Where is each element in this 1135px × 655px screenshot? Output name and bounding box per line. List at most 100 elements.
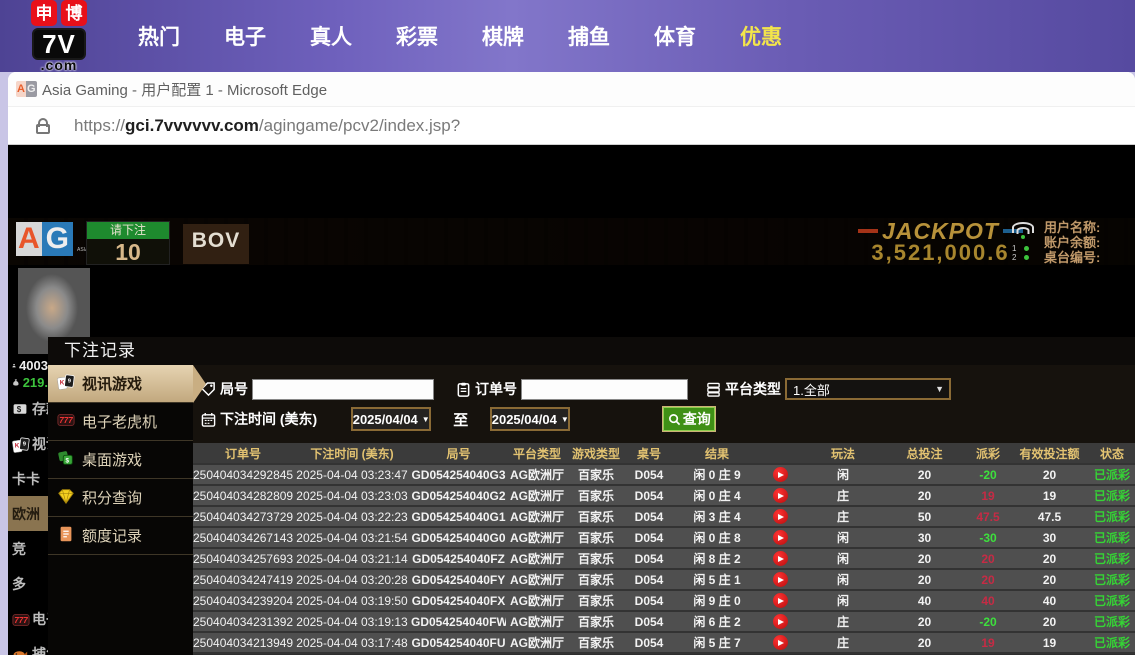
table-header-11: 有效投注额 [1019, 446, 1080, 461]
balance-amount: 219. [8, 374, 48, 391]
cell [760, 509, 800, 524]
cell: 20 [981, 572, 995, 587]
cell: 250404034292845 [193, 467, 293, 482]
svg-text:$: $ [17, 405, 22, 414]
cell: -20 [979, 467, 997, 482]
svg-text:$: $ [66, 457, 70, 464]
nav-item-2[interactable]: 电子 [224, 21, 266, 51]
cell: 闲 [836, 468, 849, 482]
round-input[interactable] [252, 378, 434, 400]
cell: 百家乐 [577, 615, 614, 629]
address-bar[interactable]: https://gci.7vvvvvv.com/agingame/pcv2/in… [8, 106, 1135, 144]
table-sign: BOV [183, 224, 249, 264]
table-header-8: 玩法 [830, 446, 855, 461]
account-balance-label: 账户余额: [1044, 235, 1101, 250]
cell [760, 488, 800, 503]
table-header-0: 订单号 [224, 446, 261, 461]
lobby-rail-item-2[interactable]: K9视讯 [8, 426, 48, 461]
cell: 20 [917, 635, 932, 650]
sidebar-item-2[interactable]: 777 电子老虎机 [48, 403, 193, 441]
table-row: 250404034231392 2025-04-04 03:19:13 GD0542… [193, 612, 1135, 633]
cell: 20 [1042, 551, 1057, 566]
cell: D054 [634, 551, 664, 566]
cell: 250404034213949 [193, 635, 293, 650]
diamond-icon [57, 487, 75, 509]
replay-button[interactable] [772, 572, 788, 587]
cell: AG欧洲厅 [509, 615, 564, 629]
nav-item-3[interactable]: 真人 [310, 21, 352, 51]
nav-item-8[interactable]: 优惠 [740, 21, 782, 51]
table-row: 250404034273729 2025-04-04 03:22:23 GD0542… [193, 507, 1135, 528]
cell: 庄 [836, 489, 849, 503]
nav-item-7[interactable]: 体育 [654, 21, 696, 51]
replay-button[interactable] [772, 614, 788, 629]
lobby-rail-item-4[interactable]: 欧洲 [8, 496, 48, 531]
cell: 20 [917, 488, 932, 503]
cell: D054 [634, 467, 664, 482]
cell: AG欧洲厅 [509, 531, 564, 545]
lobby-rail-item-3[interactable]: 卡卡 [8, 461, 48, 496]
cell: 20 [917, 467, 932, 482]
sidebar-item-5[interactable]: 额度记录 [48, 517, 193, 555]
sidebar-item-1[interactable]: K 9 视讯游戏 [48, 365, 193, 403]
site-logo[interactable]: 申 博 7V .com [18, 0, 100, 72]
cell: 19 [981, 488, 995, 503]
cell: D054 [634, 530, 664, 545]
cell: AG欧洲厅 [509, 489, 564, 503]
browser-titlebar[interactable]: AG Asia Gaming - 用户配置 1 - Microsoft Edge [8, 72, 1135, 106]
lobby-rail-item-6[interactable]: 多 [8, 566, 48, 601]
lobby-rail-item-8[interactable]: 捕鱼 [8, 636, 48, 655]
sidebar-item-4[interactable]: 积分查询 [48, 479, 193, 517]
lobby-rail-item-5[interactable]: 竞 [8, 531, 48, 566]
lobby-background: AG ASIA GAMING 请下注 10 BOV JACKPOT 3,521,… [8, 218, 1135, 265]
lock-icon[interactable] [36, 117, 50, 134]
replay-button[interactable] [772, 593, 788, 608]
chevron-down-icon: ▼ [421, 414, 430, 424]
cell: GD054254040G3 [411, 467, 506, 482]
platform-label: 平台类型 [725, 381, 781, 397]
replay-button[interactable] [772, 488, 788, 503]
status-badge: 已派彩 [1093, 636, 1130, 650]
platform-icon [707, 382, 720, 397]
cell: 20 [1042, 467, 1057, 482]
dialog-main: 局号 订单号 平台类型 1.全部 ▼ 下注时间 (美东) 2025/04/04 … [193, 365, 1135, 655]
cell: 闲 [836, 531, 849, 545]
replay-button[interactable] [772, 635, 788, 650]
platform-select[interactable]: 1.全部 ▼ [785, 378, 951, 400]
slots-icon: 777 [12, 611, 30, 627]
replay-button[interactable] [772, 551, 788, 566]
lobby-left-rail: 4003219.$存款K9视讯卡卡欧洲竞多777电子捕鱼 [8, 357, 48, 655]
date-from-picker[interactable]: 2025/04/04 ▼ [351, 407, 432, 431]
cell: 2025-04-04 03:23:47 [296, 467, 408, 482]
lobby-rail-item-7[interactable]: 777电子 [8, 601, 48, 636]
date-to-picker[interactable]: 2025/04/04 ▼ [490, 407, 571, 431]
jackpot-value: 3,521,000.6 [871, 240, 1010, 265]
replay-button[interactable] [772, 530, 788, 545]
jackpot-panel: JACKPOT 3,521,000.6 [858, 220, 1023, 264]
replay-button[interactable] [772, 467, 788, 482]
cell: 30 [917, 530, 932, 545]
nav-item-5[interactable]: 棋牌 [482, 21, 524, 51]
url-text[interactable]: https://gci.7vvvvvv.com/agingame/pcv2/in… [74, 116, 460, 136]
cell: AG欧洲厅 [509, 510, 564, 524]
table-header-5: 桌号 [636, 446, 661, 461]
table-header-6: 结果 [704, 446, 729, 461]
sidebar-item-3[interactable]: $ 桌面游戏 [48, 441, 193, 479]
cell: 闲 5 庄 1 [693, 573, 741, 587]
nav-item-1[interactable]: 热门 [138, 21, 180, 51]
cell: 庄 [836, 636, 849, 650]
cell: 2025-04-04 03:22:23 [296, 509, 408, 524]
search-button[interactable]: 查询 [662, 406, 717, 432]
cell: 闲 9 庄 0 [693, 594, 741, 608]
nav-item-6[interactable]: 捕鱼 [568, 21, 610, 51]
bet-prompt: 请下注 [87, 222, 169, 239]
cell: GD054254040FY [411, 572, 506, 587]
replay-button[interactable] [772, 509, 788, 524]
cell: -20 [979, 614, 997, 629]
status-badge: 已派彩 [1093, 594, 1130, 608]
lobby-rail-item-1[interactable]: $存款 [8, 391, 48, 426]
cell: 百家乐 [577, 489, 614, 503]
cell: 250404034273729 [193, 509, 293, 524]
order-input[interactable] [521, 378, 688, 400]
nav-item-4[interactable]: 彩票 [396, 21, 438, 51]
